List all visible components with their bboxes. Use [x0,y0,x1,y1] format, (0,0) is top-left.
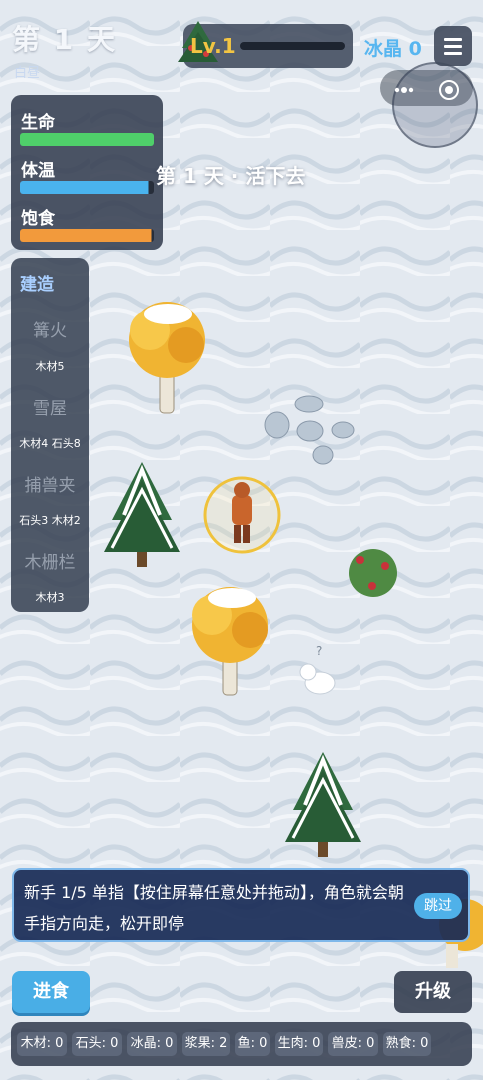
more-dots-icon[interactable] [392,80,416,100]
stat-label-warmth: 体温 [21,161,55,181]
inventory-item: 冰晶: 0 [127,1032,177,1056]
build-cost-trap: 石头3 木材2 [19,514,81,527]
inventory-item: 鱼: 0 [235,1032,270,1056]
record-icon[interactable] [437,78,461,102]
hamburger-menu-icon[interactable] [434,26,472,66]
crystal-counter: 冰晶 0 [364,38,422,60]
inventory-item: 木材: 0 [17,1032,67,1056]
build-item-campfire[interactable]: 篝火 [11,316,89,341]
build-item-igloo[interactable]: 雪屋 [11,394,89,419]
minimap[interactable] [392,62,478,148]
level-label: Lv.1 [190,34,236,58]
warmth-bar [20,181,154,194]
build-item-trap[interactable]: 捕兽夹 [11,471,89,496]
inventory-item: 石头: 0 [72,1032,122,1056]
hunger-bar [20,229,154,242]
build-item-fence[interactable]: 木栅栏 [11,548,89,573]
stat-label-hunger: 饱食 [21,209,55,229]
time-of-day: 白昼 [14,66,41,81]
xp-bar [240,42,345,50]
berry-bush[interactable] [349,549,397,597]
inventory-item: 兽皮: 0 [328,1032,378,1056]
player-character[interactable] [203,476,281,554]
day-banner: 第 1 天 · 活下去 [156,164,306,188]
build-cost-igloo: 木材4 石头8 [19,437,81,450]
eat-button[interactable]: 进食 [12,971,90,1013]
day-counter: 第 1 天 [12,23,117,56]
tutorial-text: 新手 1/5 单指【按住屏幕任意处并拖动】，角色就会朝手指方向走，松开即停 [24,883,404,933]
upgrade-button[interactable]: 升级 [394,971,472,1013]
stat-label-health: 生命 [21,113,55,133]
inventory-item: 浆果: 2 [182,1032,230,1056]
inventory-item: 生肉: 0 [275,1032,323,1056]
build-cost-campfire: 木材5 [35,360,65,373]
inventory-item: 熟食: 0 [383,1032,431,1056]
svg-text:?: ? [316,644,322,658]
build-cost-fence: 木材3 [35,591,65,604]
build-title: 建造 [20,275,54,295]
health-bar [20,133,154,146]
skip-button[interactable]: 跳过 [414,893,462,919]
